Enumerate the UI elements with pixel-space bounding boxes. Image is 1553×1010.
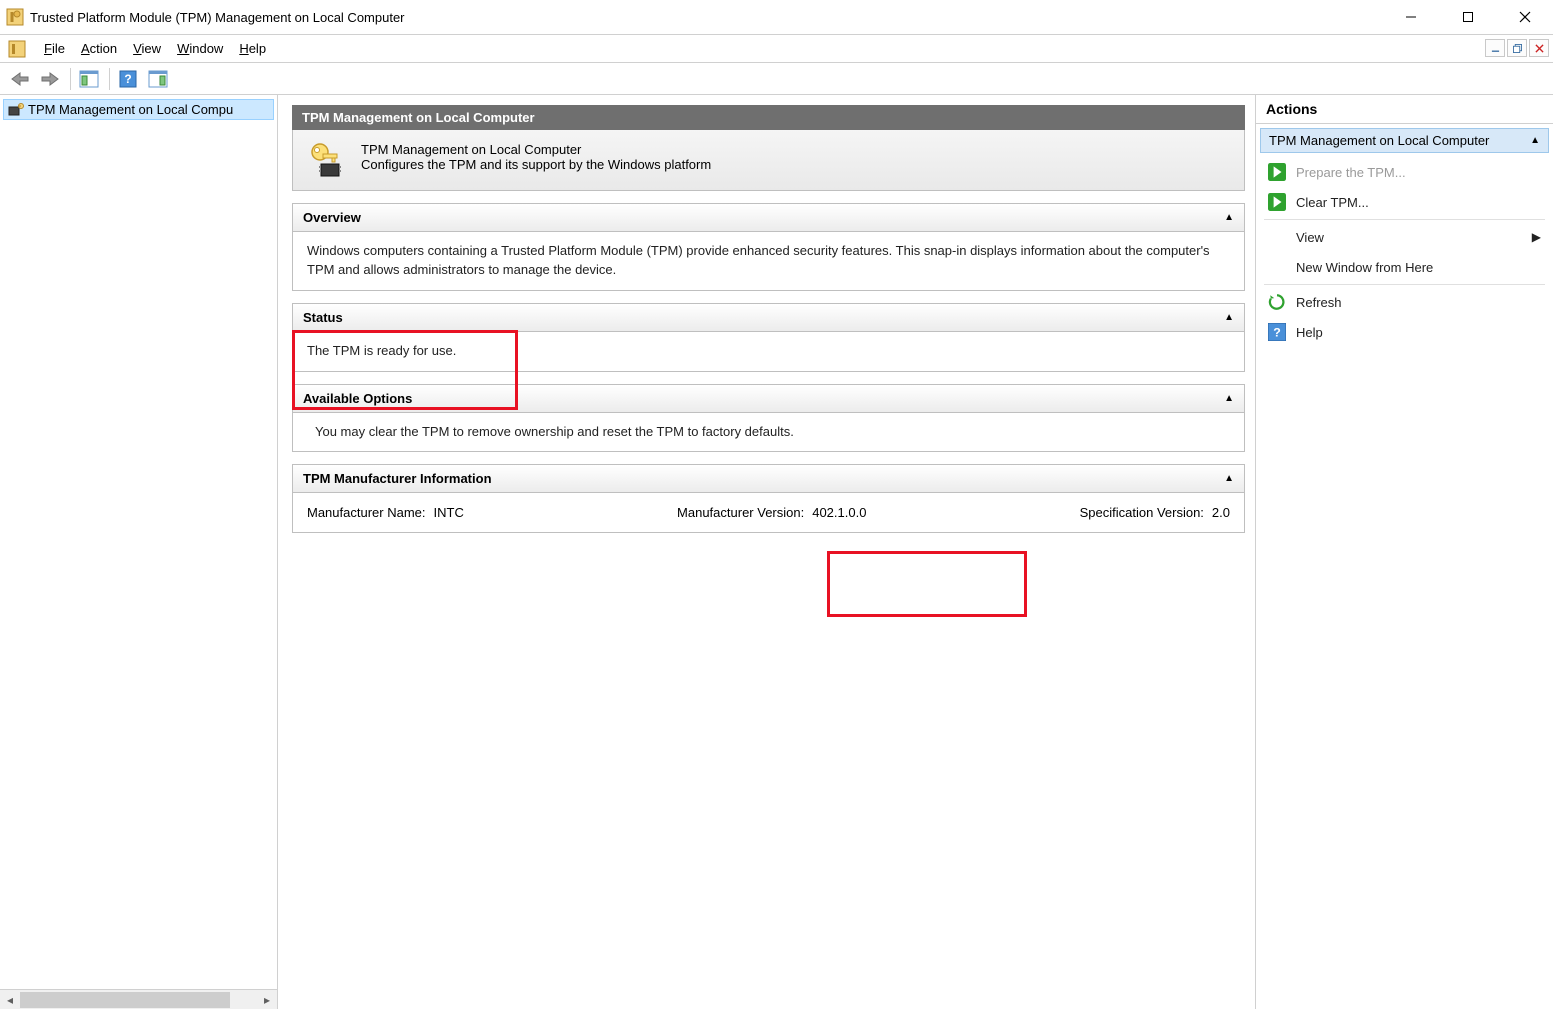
submenu-arrow-icon: ▶ <box>1532 230 1541 244</box>
arrow-right-green-icon <box>1268 193 1286 211</box>
action-help[interactable]: ? Help <box>1256 317 1553 347</box>
options-panel: Available Options ▲ You may clear the TP… <box>292 384 1245 453</box>
collapse-icon: ▲ <box>1224 312 1234 323</box>
action-refresh[interactable]: Refresh <box>1256 287 1553 317</box>
tree: TPM Management on Local Compu <box>0 95 277 989</box>
content-intro: TPM Management on Local Computer Configu… <box>292 130 1245 191</box>
mdi-close-button[interactable] <box>1529 39 1549 57</box>
titlebar: Trusted Platform Module (TPM) Management… <box>0 0 1553 35</box>
show-hide-action-pane-button[interactable] <box>144 66 172 92</box>
menu-help[interactable]: Help <box>231 37 274 60</box>
tree-horizontal-scrollbar[interactable]: ◂ ▸ <box>0 989 277 1009</box>
action-label: View <box>1296 230 1324 245</box>
maximize-button[interactable] <box>1440 0 1496 35</box>
mfr-version-value: 402.1.0.0 <box>812 505 866 520</box>
overview-title: Overview <box>303 210 361 225</box>
menu-action[interactable]: Action <box>73 37 125 60</box>
mfr-name-value: INTC <box>434 505 464 520</box>
menu-view[interactable]: View <box>125 37 169 60</box>
manufacturer-body: Manufacturer Name: INTC Manufacturer Ver… <box>293 493 1244 532</box>
mmc-icon <box>8 40 26 58</box>
action-separator <box>1264 219 1545 220</box>
collapse-icon: ▲ <box>1530 135 1540 146</box>
arrow-right-green-icon <box>1268 163 1286 181</box>
mfr-name-label: Manufacturer Name: <box>307 505 426 520</box>
overview-header[interactable]: Overview ▲ <box>293 204 1244 232</box>
scroll-track[interactable] <box>20 990 257 1010</box>
annotation-box-spec <box>827 551 1027 617</box>
tree-pane: TPM Management on Local Compu ◂ ▸ <box>0 95 278 1009</box>
actions-group-label: TPM Management on Local Computer <box>1269 133 1489 148</box>
status-body: The TPM is ready for use. <box>293 332 1244 371</box>
tree-item-label: TPM Management on Local Compu <box>28 102 233 117</box>
mfr-version-label: Manufacturer Version: <box>677 505 804 520</box>
help-button[interactable]: ? <box>114 66 142 92</box>
window-title: Trusted Platform Module (TPM) Management… <box>30 10 1383 25</box>
action-clear-tpm[interactable]: Clear TPM... <box>1256 187 1553 217</box>
minimize-button[interactable] <box>1383 0 1439 35</box>
forward-button[interactable] <box>36 66 64 92</box>
toolbar-separator <box>109 68 110 90</box>
content-pane: TPM Management on Local Computer TPM Man… <box>278 95 1256 1009</box>
close-button[interactable] <box>1497 0 1553 35</box>
blank-icon <box>1268 228 1286 246</box>
collapse-icon: ▲ <box>1224 473 1234 484</box>
status-panel: Status ▲ The TPM is ready for use. <box>292 303 1245 372</box>
action-label: Refresh <box>1296 295 1342 310</box>
spec-version-value: 2.0 <box>1212 505 1230 520</box>
refresh-icon <box>1268 293 1286 311</box>
mdi-controls <box>1485 39 1549 57</box>
chip-key-icon <box>8 103 24 117</box>
action-label: New Window from Here <box>1296 260 1433 275</box>
toolbar-separator <box>70 68 71 90</box>
options-header[interactable]: Available Options ▲ <box>293 385 1244 413</box>
scroll-right-button[interactable]: ▸ <box>257 990 277 1010</box>
manufacturer-title: TPM Manufacturer Information <box>303 471 492 486</box>
window-controls <box>1383 0 1553 35</box>
toolbar: ? <box>0 63 1553 95</box>
menu-window[interactable]: Window <box>169 37 231 60</box>
menubar: File Action View Window Help <box>0 35 1553 63</box>
spec-version-label: Specification Version: <box>1080 505 1204 520</box>
svg-text:?: ? <box>1273 326 1281 340</box>
back-button[interactable] <box>6 66 34 92</box>
action-new-window[interactable]: New Window from Here <box>1256 252 1553 282</box>
tree-item-tpm-management[interactable]: TPM Management on Local Compu <box>3 99 274 120</box>
scroll-left-button[interactable]: ◂ <box>0 990 20 1010</box>
options-body: You may clear the TPM to remove ownershi… <box>293 413 1244 452</box>
manufacturer-header[interactable]: TPM Manufacturer Information ▲ <box>293 465 1244 493</box>
scroll-thumb[interactable] <box>20 992 230 1008</box>
collapse-icon: ▲ <box>1224 212 1234 223</box>
collapse-icon: ▲ <box>1224 393 1234 404</box>
actions-group-header[interactable]: TPM Management on Local Computer ▲ <box>1260 128 1549 153</box>
action-label: Prepare the TPM... <box>1296 165 1406 180</box>
status-title: Status <box>303 310 343 325</box>
manufacturer-panel: TPM Manufacturer Information ▲ Manufactu… <box>292 464 1245 533</box>
actions-pane: Actions TPM Management on Local Computer… <box>1256 95 1553 1009</box>
action-label: Clear TPM... <box>1296 195 1369 210</box>
content-header: TPM Management on Local Computer <box>292 105 1245 130</box>
action-prepare-tpm[interactable]: Prepare the TPM... <box>1256 157 1553 187</box>
help-icon: ? <box>1268 323 1286 341</box>
action-view[interactable]: View ▶ <box>1256 222 1553 252</box>
mdi-restore-button[interactable] <box>1507 39 1527 57</box>
action-separator <box>1264 284 1545 285</box>
overview-panel: Overview ▲ Windows computers containing … <box>292 203 1245 291</box>
svg-text:?: ? <box>124 72 131 86</box>
status-header[interactable]: Status ▲ <box>293 304 1244 332</box>
show-hide-tree-button[interactable] <box>75 66 103 92</box>
actions-title: Actions <box>1256 95 1553 124</box>
key-chip-icon <box>307 142 343 178</box>
mdi-minimize-button[interactable] <box>1485 39 1505 57</box>
overview-body: Windows computers containing a Trusted P… <box>293 232 1244 290</box>
app-icon <box>6 8 24 26</box>
intro-desc: Configures the TPM and its support by th… <box>361 157 711 172</box>
action-label: Help <box>1296 325 1323 340</box>
options-title: Available Options <box>303 391 412 406</box>
menu-file[interactable]: File <box>36 37 73 60</box>
intro-title: TPM Management on Local Computer <box>361 142 711 157</box>
blank-icon <box>1268 258 1286 276</box>
